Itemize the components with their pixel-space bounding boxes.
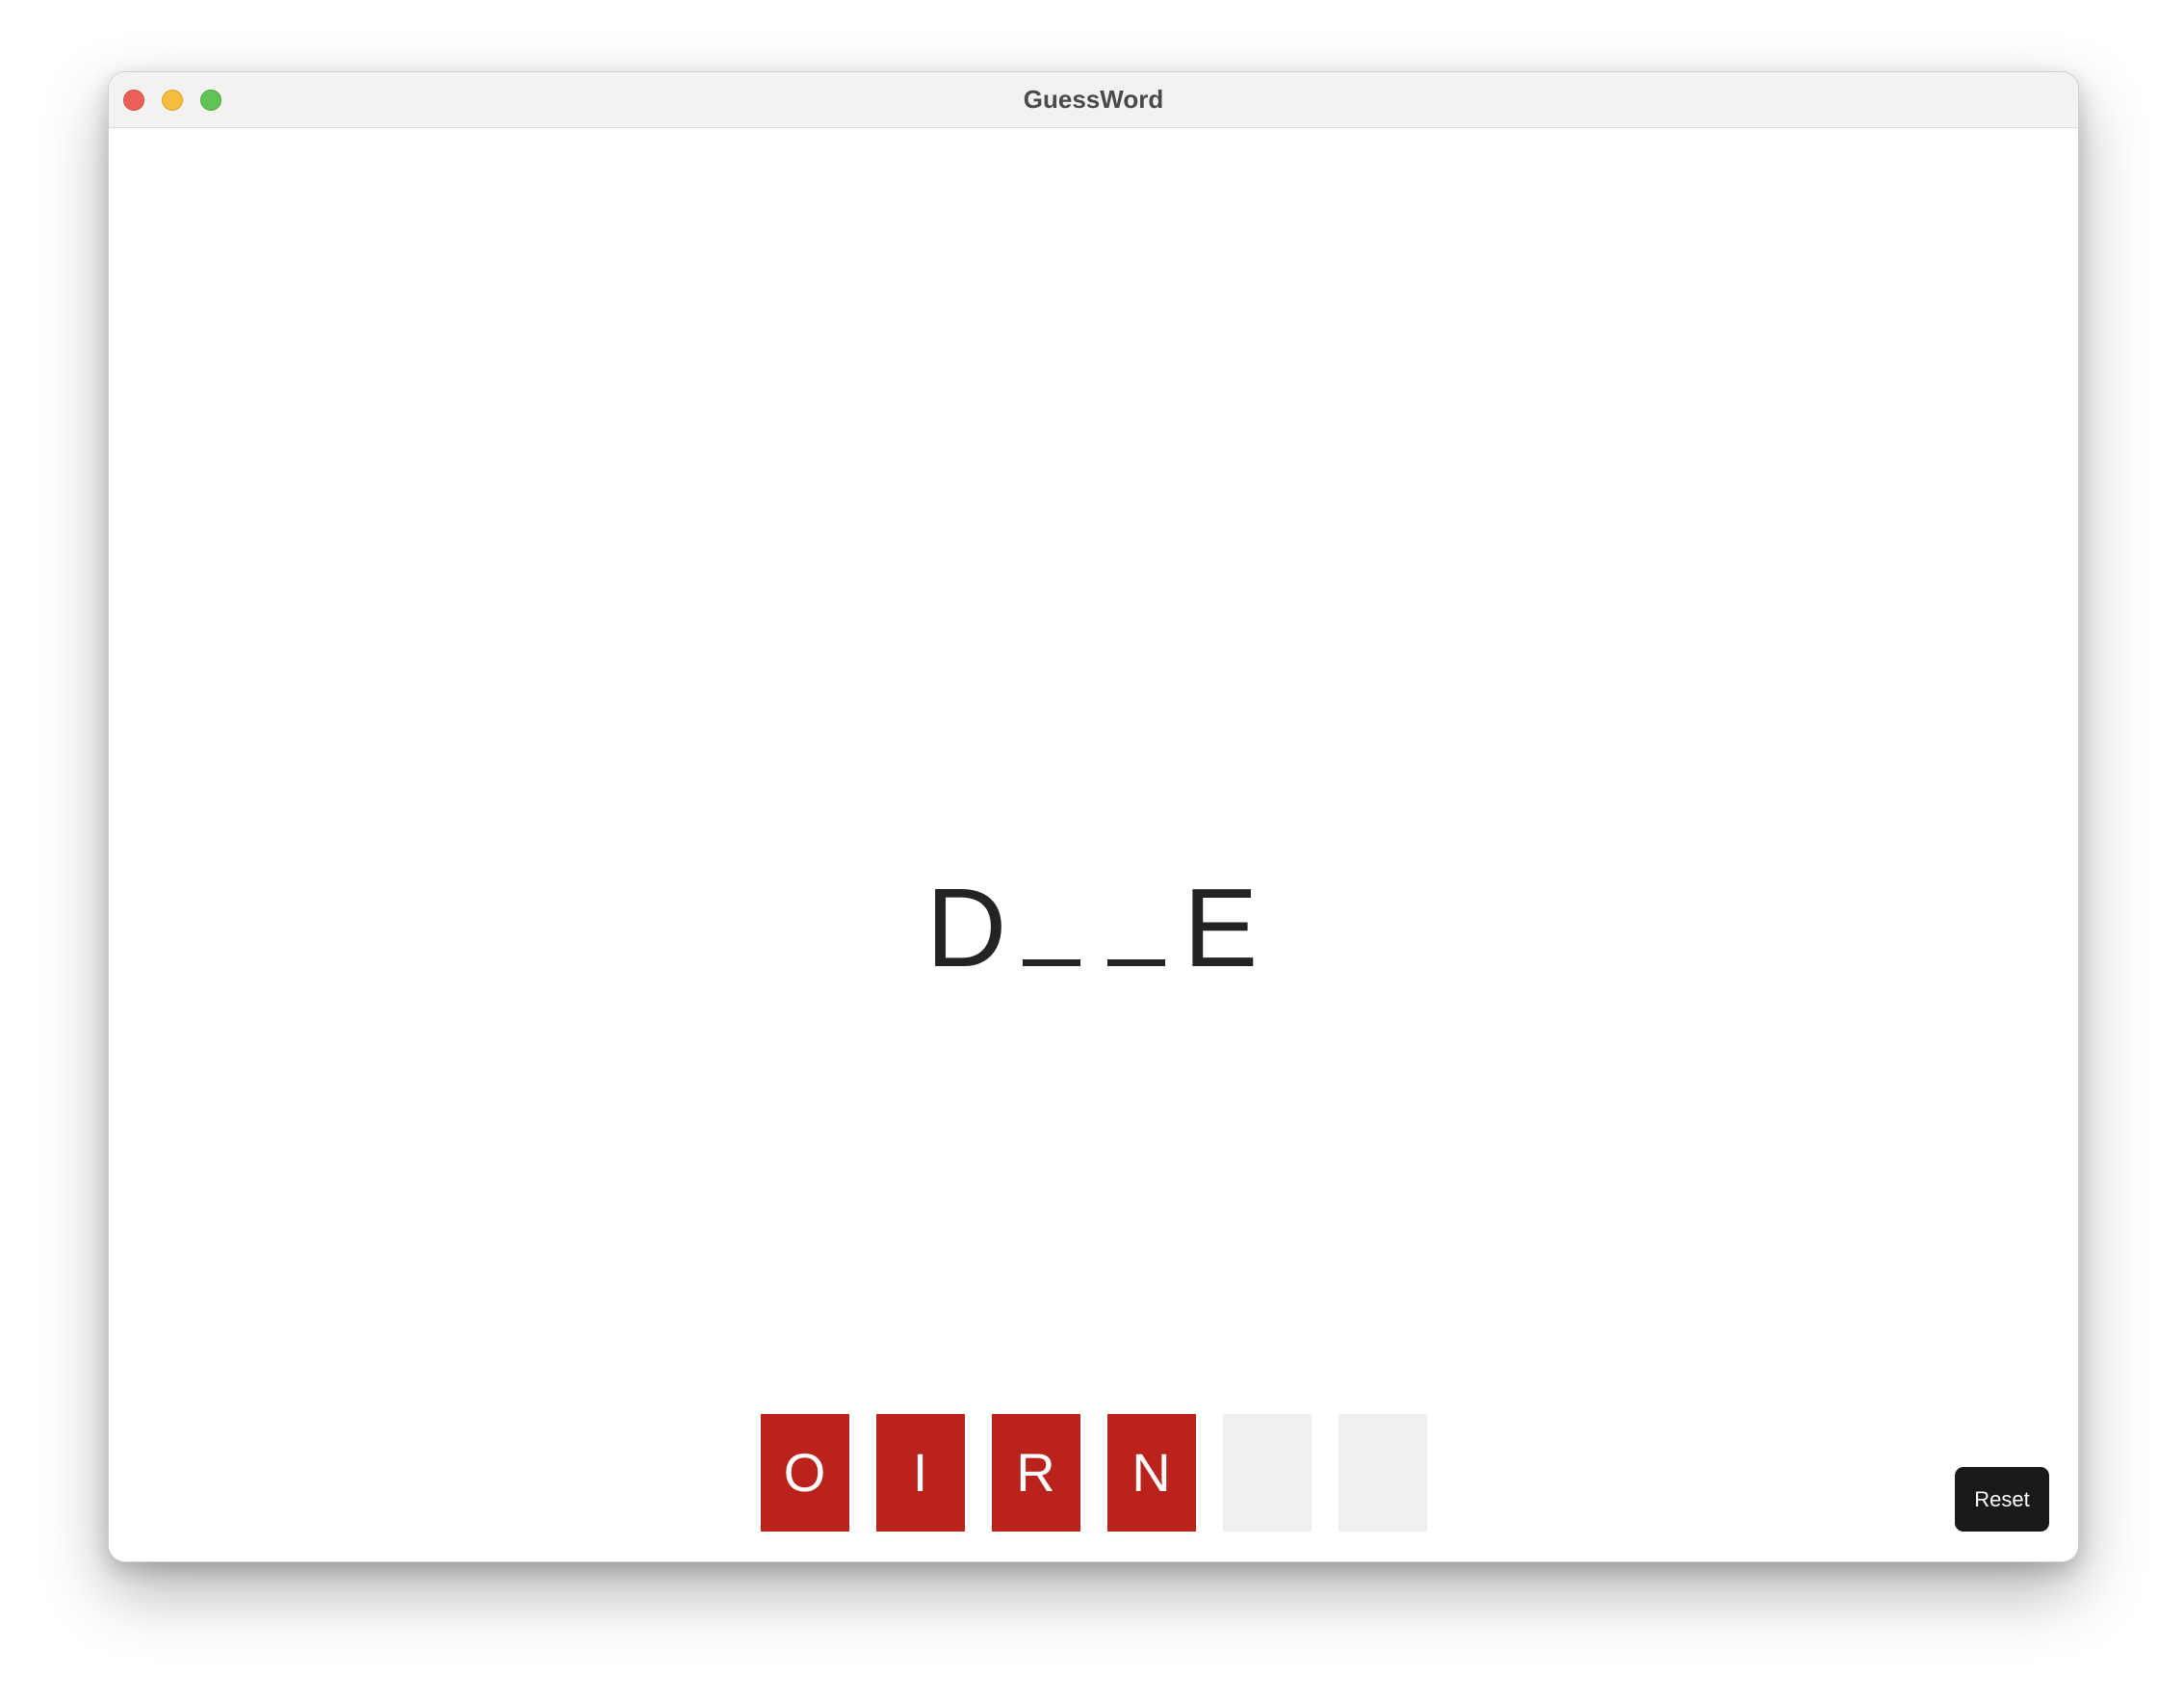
guessed-letters: O I R N <box>109 1414 2078 1532</box>
title-bar: GuessWord <box>109 72 2078 128</box>
guess-slot-6 <box>1338 1414 1427 1532</box>
word-blank-2 <box>1022 959 1080 966</box>
word-letter-1: D <box>925 865 1007 990</box>
guess-slot-1: O <box>760 1414 849 1532</box>
word-letter-4: E <box>1183 865 1259 990</box>
guess-slot-2: I <box>875 1414 965 1532</box>
reset-button[interactable]: Reset <box>1955 1467 2049 1532</box>
guess-slot-5 <box>1222 1414 1312 1532</box>
guess-slot-4: N <box>1106 1414 1196 1532</box>
app-window: GuessWord D E O I R N Reset <box>108 71 2079 1562</box>
window-title: GuessWord <box>1023 85 1164 114</box>
guess-slot-3: R <box>991 1414 1080 1532</box>
game-area: D E O I R N Reset <box>109 128 2078 1561</box>
word-blank-3 <box>1106 959 1165 966</box>
desktop: GuessWord D E O I R N Reset <box>0 0 2184 1703</box>
word-display: D E <box>109 839 2078 983</box>
